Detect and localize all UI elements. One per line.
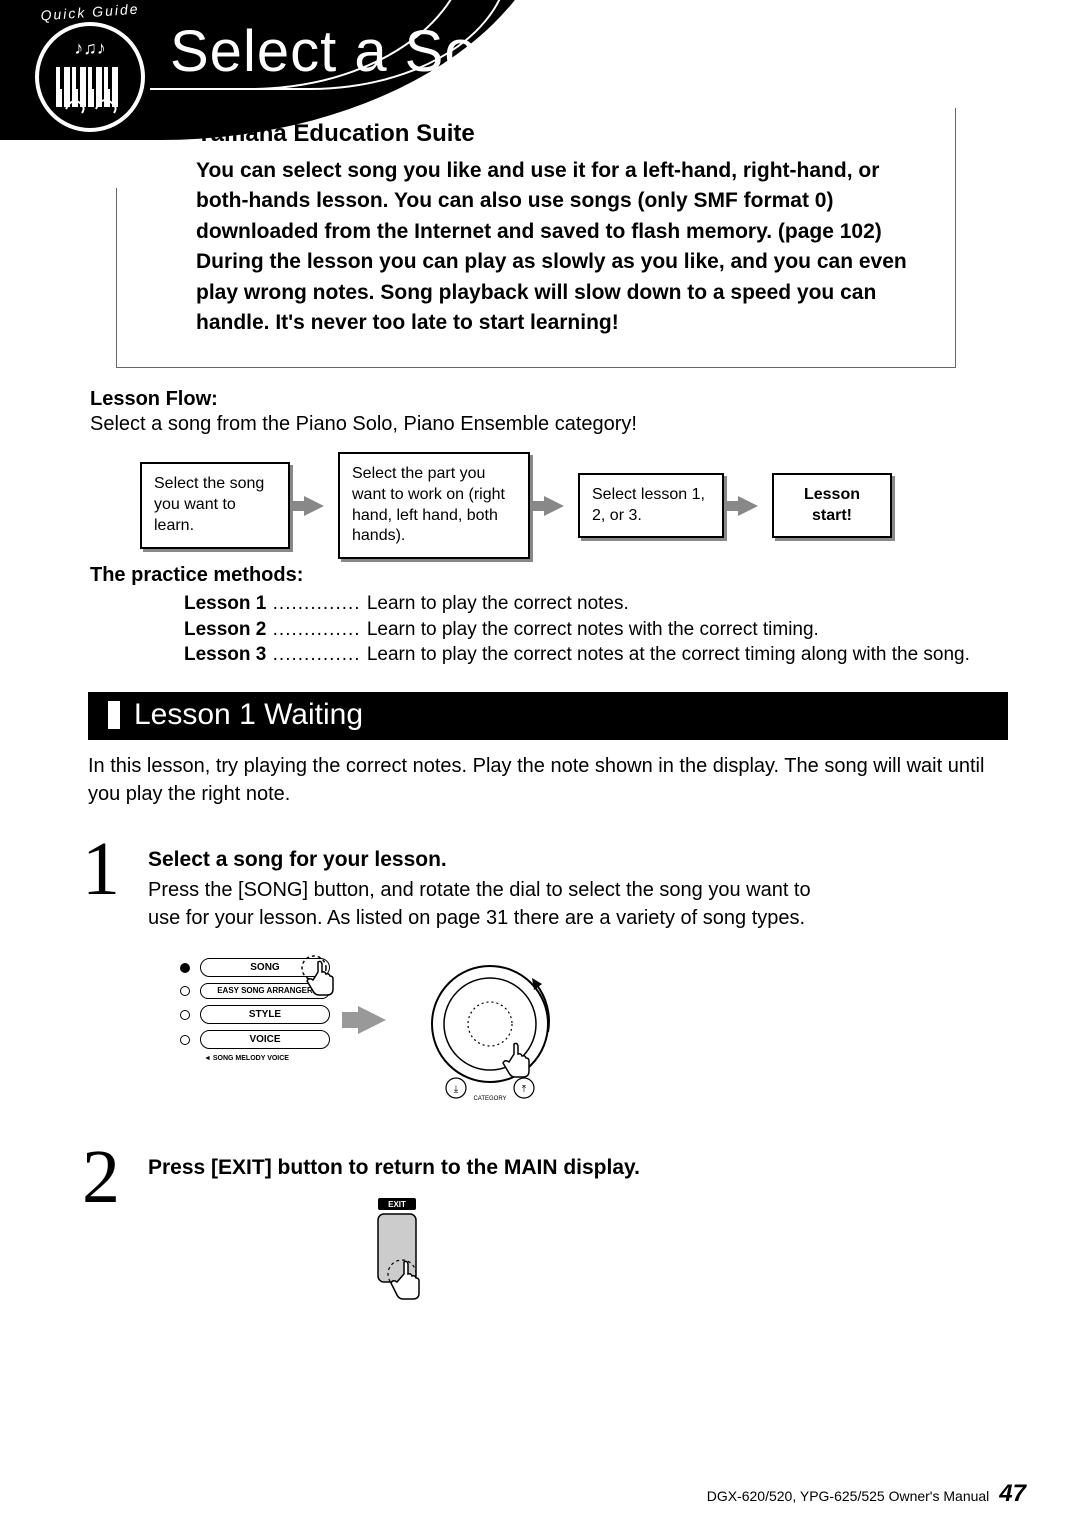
led-off-icon [180,986,190,996]
step-1: 1 Select a song for your lesson. Press t… [88,848,908,932]
exit-label: EXIT [388,1200,406,1209]
intro-body: You can select song you like and use it … [196,156,931,339]
step-heading: Press [EXIT] button to return to the MAI… [148,1156,908,1180]
lesson-flow-section: Lesson Flow: Select a song from the Pian… [90,388,1010,436]
exit-button-illustration: EXIT [356,1198,452,1328]
song-melody-voice-label: SONG MELODY VOICE [204,1055,330,1062]
dial-illustration: ⤓ ⤒ CATEGORY [420,954,580,1114]
led-on-icon [180,963,190,973]
practice-heading: The practice methods: [90,564,1010,587]
panel-illustration: SONG EASY SONG ARRANGER STYLE VOICE SONG… [180,958,740,1118]
practice-item: Lesson 3 .............. Learn to play th… [184,642,1010,668]
arrow-right-icon [304,496,324,516]
arrow-right-icon [358,1006,386,1034]
footer: DGX-620/520, YPG-625/525 Owner's Manual … [707,1480,1026,1508]
flow-diagram: Select the song you want to learn. Selec… [140,452,892,559]
panel-button-row: STYLE [180,1005,330,1024]
intro-box: Yamaha Education Suite You can select so… [116,108,956,368]
step-number: 1 [82,826,120,913]
practice-item: Lesson 2 .............. Learn to play th… [184,617,1010,643]
step-body: Press the [SONG] button, and rotate the … [148,876,848,932]
practice-desc: Learn to play the correct notes. [367,593,629,614]
flow-box: Select the part you want to work on (rig… [338,452,530,559]
practice-desc: Learn to play the correct notes at the c… [367,644,970,665]
style-button: STYLE [200,1005,330,1024]
piano-hands-icon [50,57,130,115]
practice-desc: Learn to play the correct notes with the… [367,619,819,640]
practice-list: Lesson 1 .............. Learn to play th… [184,591,1010,668]
intro-heading: Yamaha Education Suite [196,120,931,148]
practice-methods-section: The practice methods: Lesson 1 .........… [90,564,1010,668]
page-title: Select a Song [170,18,544,85]
arrow-right-icon [544,496,564,516]
flow-box: Select the song you want to learn. [140,462,290,548]
lesson1-intro-text: In this lesson, try playing the correct … [88,752,1008,808]
step-2: 2 Press [EXIT] button to return to the M… [88,1156,908,1180]
step-heading: Select a song for your lesson. [148,848,908,872]
panel-button-row: VOICE [180,1030,330,1049]
hand-pointer-icon [296,954,346,1004]
led-off-icon [180,1010,190,1020]
page-number: 47 [999,1480,1026,1508]
manual-title: DGX-620/520, YPG-625/525 Owner's Manual [707,1488,990,1504]
practice-item: Lesson 1 .............. Learn to play th… [184,591,1010,617]
heading-marker-icon [108,701,120,729]
lesson-flow-heading: Lesson Flow: [90,388,1010,411]
svg-text:⤒: ⤒ [522,1084,527,1095]
practice-label: Lesson 1 [184,593,266,614]
music-notes-icon: ♪♫♪ [74,39,106,57]
practice-label: Lesson 3 [184,644,266,665]
quick-guide-label: Quick Guide [30,0,151,24]
practice-label: Lesson 2 [184,619,266,640]
section-heading: Lesson 1 Waiting [134,698,363,732]
section-heading-bar: Lesson 1 Waiting [88,692,1008,740]
led-off-icon [180,1035,190,1045]
flow-box: Lesson start! [772,473,892,539]
step-number: 2 [82,1134,120,1221]
svg-text:⤓: ⤓ [454,1084,459,1095]
lesson-flow-subtitle: Select a song from the Piano Solo, Piano… [90,413,1010,436]
voice-button: VOICE [200,1030,330,1049]
arrow-right-icon [738,496,758,516]
category-label: CATEGORY [473,1096,506,1102]
flow-box: Select lesson 1, 2, or 3. [578,473,724,539]
